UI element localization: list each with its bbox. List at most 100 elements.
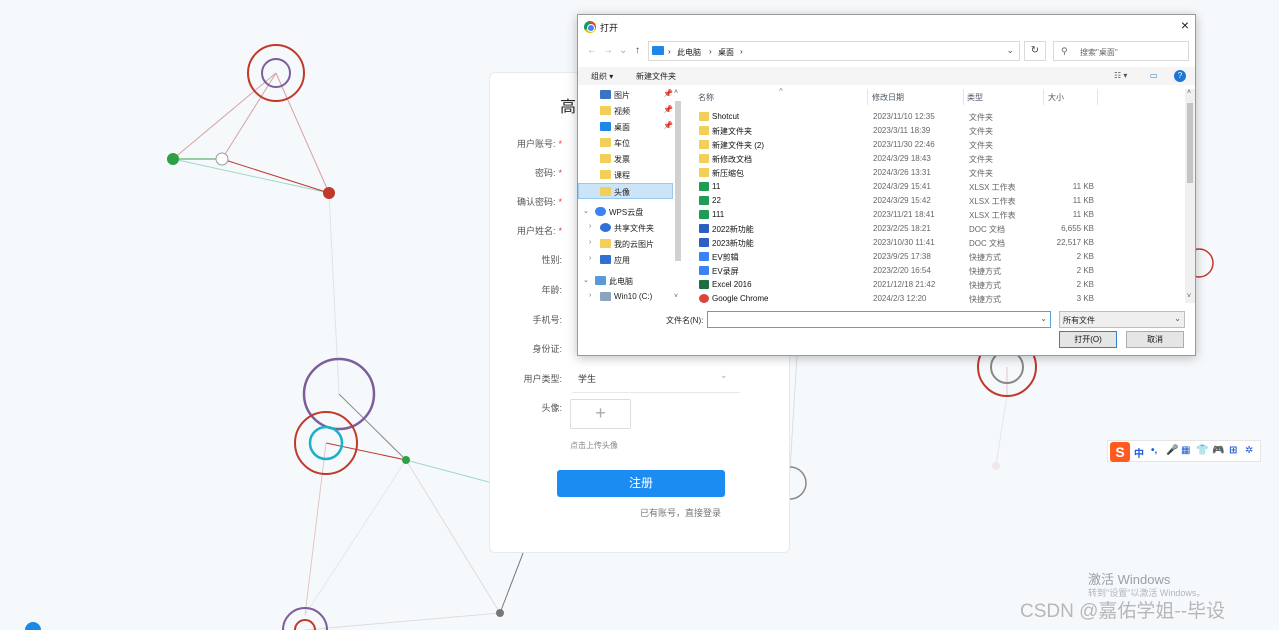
file-row[interactable]: 22 2024/3/29 15:42 XLSX 工作表 11 KB	[693, 194, 1183, 208]
file-date: 2023/11/30 22:46	[873, 140, 935, 149]
tree-item-invoice[interactable]: 发票	[578, 151, 673, 167]
close-button[interactable]: ×	[1181, 17, 1189, 33]
pictures-icon	[600, 90, 611, 99]
file-size: 2 KB	[1076, 280, 1094, 289]
open-button[interactable]: 打开(O)	[1059, 331, 1117, 348]
file-row[interactable]: Google Chrome 2024/2/3 12:20 快捷方式 3 KB	[693, 292, 1183, 305]
column-divider[interactable]	[1043, 89, 1044, 105]
help-icon[interactable]: ?	[1174, 70, 1186, 82]
file-list-scrollbar[interactable]: ˄ ˅	[1185, 89, 1195, 303]
file-row[interactable]: 新修改文档 2024/3/29 18:43 文件夹	[693, 152, 1183, 166]
column-divider[interactable]	[867, 89, 868, 105]
tree-item-wps-cloud[interactable]: ⌄ WPS云盘	[578, 204, 673, 220]
folder-icon	[699, 154, 709, 163]
cancel-button[interactable]: 取消	[1126, 331, 1184, 348]
breadcrumb-desktop[interactable]: 桌面	[718, 47, 734, 58]
ime-punct-button[interactable]: •,	[1151, 445, 1157, 456]
skin-icon[interactable]: 👕	[1196, 445, 1208, 456]
folder-icon	[699, 168, 709, 177]
file-row[interactable]: 11 2024/3/29 15:41 XLSX 工作表 11 KB	[693, 180, 1183, 194]
field-label-user-type: 用户类型:	[523, 374, 562, 384]
address-bar[interactable]: › 此电脑 › 桌面 › ⌄	[648, 41, 1020, 61]
tree-item-this-pc[interactable]: ⌄ 此电脑	[578, 273, 673, 289]
view-options-icon[interactable]: ☷ ▾	[1114, 71, 1127, 80]
tree-item-parking[interactable]: 车位	[578, 135, 673, 151]
up-button[interactable]: ↑	[635, 45, 640, 56]
chevron-right-icon[interactable]: ›	[589, 255, 591, 262]
search-input[interactable]: ⚲ 搜索"桌面"	[1053, 41, 1189, 61]
register-button[interactable]: 注册	[557, 470, 725, 497]
file-row[interactable]: 2023新功能 2023/10/30 11:41 DOC 文档 22,517 KB	[693, 236, 1183, 250]
file-open-dialog: 打开 × ← → ⌄ ↑ › 此电脑 › 桌面 › ⌄ ↻ ⚲ 搜索"桌面" 组…	[577, 14, 1196, 356]
ime-toolbar: S 中 •, 🎤 ▦ 👕 🎮 ⊞ ✲	[1107, 440, 1261, 462]
file-row[interactable]: Excel 2016 2021/12/18 21:42 快捷方式 2 KB	[693, 278, 1183, 292]
tree-item-avatar[interactable]: 头像	[578, 183, 673, 199]
file-row[interactable]: EV录屏 2023/2/20 16:54 快捷方式 2 KB	[693, 264, 1183, 278]
chevron-right-icon[interactable]: ›	[589, 292, 591, 299]
new-folder-button[interactable]: 新建文件夹	[636, 71, 676, 82]
chevron-down-icon[interactable]: ⌄	[1040, 314, 1047, 323]
chevron-right-icon[interactable]: ›	[589, 223, 591, 230]
microphone-icon[interactable]: 🎤	[1166, 445, 1178, 456]
dialog-titlebar: 打开 ×	[578, 15, 1195, 39]
back-button[interactable]: ←	[587, 45, 597, 56]
file-row[interactable]: 新建文件夹 (2) 2023/11/30 22:46 文件夹	[693, 138, 1183, 152]
login-link[interactable]: 已有账号，直接登录	[640, 506, 721, 519]
forward-button[interactable]: →	[603, 45, 613, 56]
tree-item-course[interactable]: 课程	[578, 167, 673, 183]
tree-item-cloud-pictures[interactable]: › 我的云图片	[578, 236, 673, 252]
xlsx-icon	[699, 210, 709, 219]
tree-item-videos[interactable]: 视频 📌	[578, 103, 673, 119]
settings-icon[interactable]: ✲	[1245, 445, 1253, 456]
column-header-type[interactable]: 类型	[967, 92, 983, 103]
column-header-name[interactable]: 名称	[698, 92, 714, 103]
chevron-down-icon[interactable]: ⌄	[1006, 45, 1014, 56]
filename-input[interactable]: ⌄	[707, 311, 1051, 328]
tree-item-desktop[interactable]: 桌面 📌	[578, 119, 673, 135]
chevron-down-icon[interactable]: ⌄	[583, 276, 589, 284]
file-name: EV录屏	[712, 267, 739, 276]
file-type: 文件夹	[969, 127, 993, 136]
file-date: 2024/2/3 12:20	[873, 294, 927, 303]
file-date: 2023/9/25 17:38	[873, 252, 931, 261]
preview-pane-icon[interactable]: ▭	[1150, 71, 1158, 80]
file-type: DOC 文档	[969, 225, 1005, 234]
tree-scrollbar[interactable]: ˄ ˅	[674, 89, 682, 303]
recent-dropdown-button[interactable]: ⌄	[619, 45, 627, 56]
file-row[interactable]: 新建文件夹 2023/3/11 18:39 文件夹	[693, 124, 1183, 138]
file-row[interactable]: Shotcut 2023/11/10 12:35 文件夹	[693, 110, 1183, 124]
tree-item-shared-folder[interactable]: › 共享文件夹	[578, 220, 673, 236]
tree-item-apps[interactable]: › 应用	[578, 252, 673, 268]
sogou-logo-icon[interactable]: S	[1110, 442, 1130, 462]
user-type-select[interactable]: 用户类型: 学生 ⌄	[490, 365, 790, 393]
refresh-button[interactable]: ↻	[1024, 41, 1046, 61]
tree-item-pictures[interactable]: 图片 📌	[578, 87, 673, 103]
avatar-upload-button[interactable]: +	[570, 399, 631, 429]
column-divider[interactable]	[963, 89, 964, 105]
file-row[interactable]: EV剪辑 2023/9/25 17:38 快捷方式 2 KB	[693, 250, 1183, 264]
organize-menu[interactable]: 组织 ▾	[591, 71, 613, 82]
tree-item-drive-c[interactable]: › Win10 (C:)	[578, 289, 673, 305]
breadcrumb-this-pc[interactable]: 此电脑	[677, 47, 701, 58]
file-list: 名称 ^ 修改日期 类型 大小 Shotcut 2023/11/10 12:35 文…	[693, 87, 1183, 305]
keyboard-icon[interactable]: ▦	[1181, 445, 1190, 456]
column-divider[interactable]	[1097, 89, 1098, 105]
field-label-confirm-password: 确认密码: *	[516, 197, 562, 207]
column-header-date[interactable]: 修改日期	[872, 92, 904, 103]
file-row[interactable]: 2022新功能 2023/2/25 18:21 DOC 文档 6,655 KB	[693, 222, 1183, 236]
chevron-right-icon[interactable]: ›	[589, 239, 591, 246]
file-row[interactable]: 新压缩包 2024/3/26 13:31 文件夹	[693, 166, 1183, 180]
file-date: 2023/2/20 16:54	[873, 266, 931, 275]
apps-icon	[600, 255, 611, 264]
column-header-size[interactable]: 大小	[1048, 92, 1064, 103]
ime-lang-button[interactable]: 中	[1134, 445, 1144, 460]
xlsx-icon	[699, 182, 709, 191]
game-icon[interactable]: 🎮	[1212, 445, 1224, 456]
file-type-select[interactable]: 所有文件 ⌄	[1059, 311, 1185, 328]
scrollbar-thumb[interactable]	[1187, 103, 1193, 183]
chevron-down-icon[interactable]: ⌄	[583, 207, 589, 215]
toolbox-icon[interactable]: ⊞	[1229, 445, 1237, 456]
file-name: 22	[712, 196, 721, 205]
dialog-title: 打开	[600, 23, 619, 33]
file-row[interactable]: 111 2023/11/21 18:41 XLSX 工作表 11 KB	[693, 208, 1183, 222]
